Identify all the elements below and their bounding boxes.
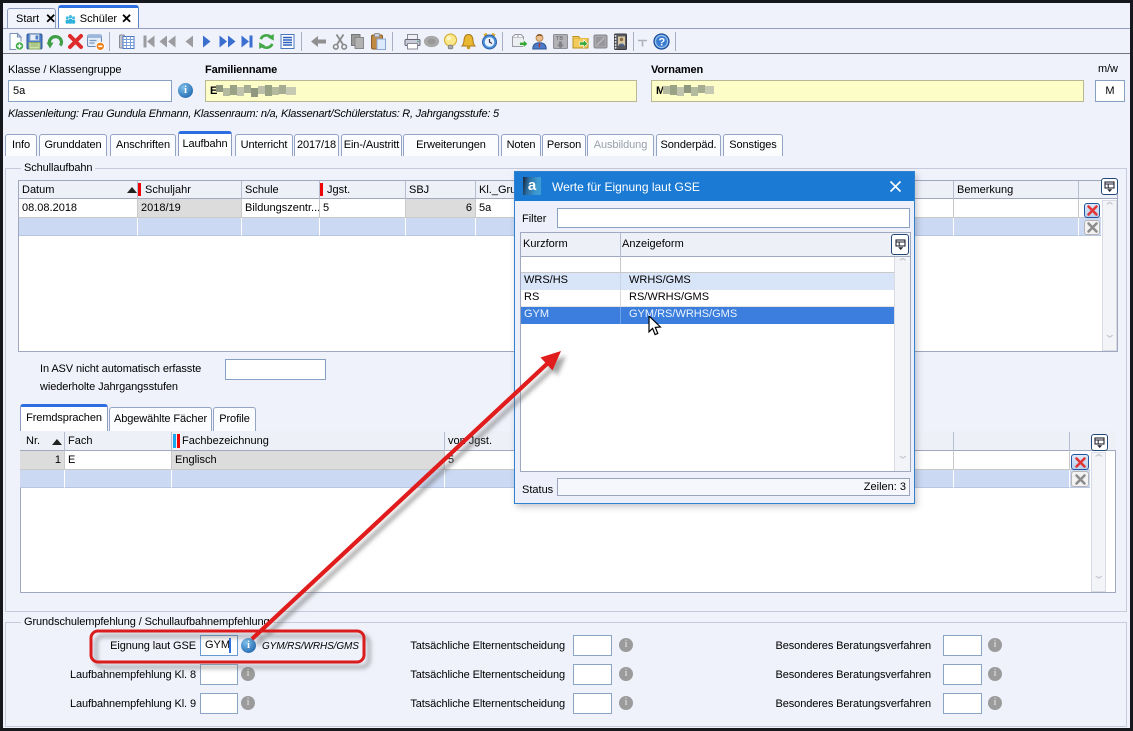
svg-text:?: ?: [659, 37, 666, 49]
svg-text:TB: TB: [556, 36, 563, 42]
